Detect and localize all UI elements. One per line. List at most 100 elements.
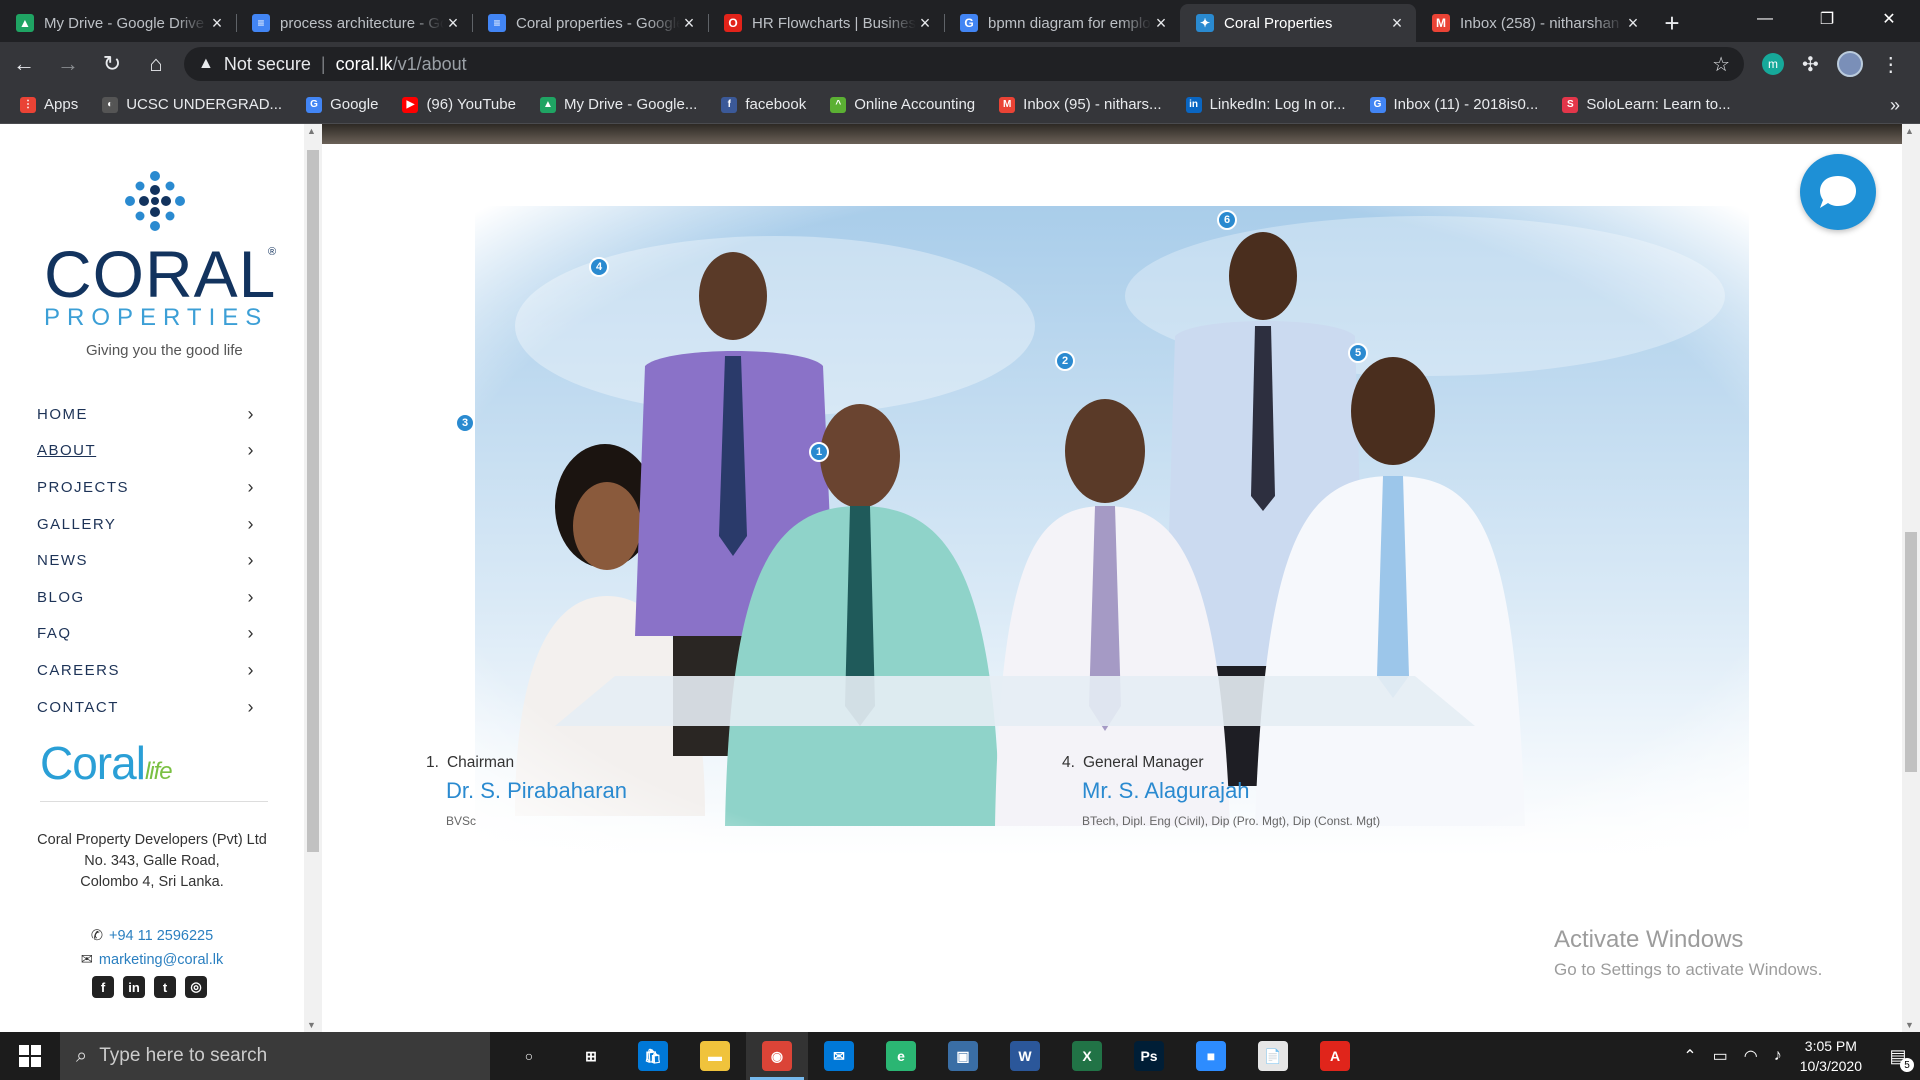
sidebar-scrollbar[interactable]: ▲ ▼ [304,124,322,1032]
battery-icon[interactable]: ▭ [1713,1046,1728,1066]
nav-item-projects[interactable]: PROJECTS › [37,469,255,506]
browser-tab[interactable]: O HR Flowcharts | Business × [708,4,944,42]
close-tab-icon[interactable]: × [680,13,698,34]
acrobat-taskbar-button[interactable]: A [1304,1032,1366,1080]
bookmarks-overflow-button[interactable]: » [1890,95,1900,116]
logo-wordmark[interactable]: CORAL [44,236,276,312]
close-tab-icon[interactable]: × [1624,13,1642,34]
minimize-button[interactable]: — [1734,0,1796,38]
edge-taskbar-button[interactable]: e [870,1032,932,1080]
photoshop-taskbar-button[interactable]: Ps [1118,1032,1180,1080]
bookmark-item[interactable]: G Inbox (11) - 2018is0... [1369,96,1538,113]
home-button[interactable]: ⌂ [136,46,176,82]
new-tab-button[interactable]: + [1652,4,1692,42]
page-viewport: CORAL ® PROPERTIES Giving you the good l… [0,124,1920,1032]
email-link[interactable]: ✉ marketing@coral.lk [0,952,304,968]
network-app-taskbar-button[interactable]: ▣ [932,1032,994,1080]
nav-item-gallery[interactable]: GALLERY › [37,506,255,543]
photo-number-badge: 5 [1348,343,1368,363]
taskbar-search-box[interactable]: ⌕ Type here to search [60,1032,490,1080]
main-content: 1 2 3 4 5 6 1. Chairman Dr. S. Pirabaharan BVS… [322,124,1902,1032]
instagram-icon[interactable]: ◎ [185,976,207,998]
browser-tab[interactable]: M Inbox (258) - nitharshan × [1416,4,1652,42]
nav-item-careers[interactable]: CAREERS › [37,652,255,689]
bookmark-item[interactable]: f facebook [721,96,806,113]
twitter-icon[interactable]: t [154,976,176,998]
bookmark-item[interactable]: ◐ UCSC UNDERGRAD... [102,96,282,113]
logo-subtitle: PROPERTIES [44,304,269,331]
close-tab-icon[interactable]: × [208,13,226,34]
close-tab-icon[interactable]: × [444,13,462,34]
volume-icon[interactable]: ♪ [1774,1047,1782,1065]
nav-item-blog[interactable]: BLOG › [37,579,255,616]
google-icon: G [960,14,978,32]
excel-taskbar-button[interactable]: X [1056,1032,1118,1080]
browser-tab[interactable]: Gbpmn diagram for employee× [944,4,1180,42]
word-icon: W [1010,1041,1040,1071]
facebook-icon[interactable]: f [92,976,114,998]
timeline-taskbar-button[interactable]: ⊞ [560,1032,622,1080]
bookmark-item[interactable]: ^ Online Accounting [830,96,975,113]
chevron-up-icon[interactable]: ⌃ [1683,1046,1696,1066]
store-taskbar-button[interactable]: 🛍 [622,1032,684,1080]
search-icon: ⌕ [76,1044,88,1067]
bookmark-item[interactable]: M Inbox (95) - nithars... [999,96,1162,113]
word-taskbar-button[interactable]: W [994,1032,1056,1080]
browser-menu-icon[interactable]: ⋮ [1881,52,1901,77]
bookmark-item[interactable]: ▶ (96) YouTube [402,96,516,113]
nav-item-news[interactable]: NEWS › [37,542,255,579]
profile-avatar[interactable] [1836,51,1863,77]
mail-icon: ✉ [824,1041,854,1071]
team-member-4: 4. General Manager Mr. S. Alagurajah BTec… [1062,754,1381,828]
envelope-icon: ✉ [80,952,93,968]
back-button[interactable]: ← [4,46,44,82]
bookmarks-bar: ⋮ Apps ◐ UCSC UNDERGRAD... G Google ▶ (96) YouT… [0,86,1920,124]
linkedin-icon[interactable]: in [123,976,145,998]
wifi-icon[interactable]: ◠ [1744,1046,1758,1066]
maximize-button[interactable]: ❐ [1796,0,1858,38]
browser-tab[interactable]: ✦ Coral Properties × [1180,4,1416,42]
browser-tab[interactable]: ≡Coral properties - Google Docs× [472,4,708,42]
nav-item-about[interactable]: ABOUT › [37,433,255,470]
bookmark-star-icon[interactable]: ☆ [1712,52,1730,77]
site-sidebar: CORAL ® PROPERTIES Giving you the good l… [0,124,304,1032]
mail-taskbar-button[interactable]: ✉ [808,1032,870,1080]
file-taskbar-button[interactable]: 📄 [1242,1032,1304,1080]
bookmark-item[interactable]: ⋮ Apps [20,96,78,113]
task-view-taskbar-button[interactable]: ○ [498,1032,560,1080]
address-bar[interactable]: ▲ Not secure | coral.lk /v1/about ☆ [184,47,1744,81]
windows-taskbar: ⌕ Type here to search ○ ⊞ 🛍 ▬ ◉ ✉ e ▣ W X Ps ■ 📄 A ⌃ … [0,1032,1920,1080]
extensions-puzzle-icon[interactable]: ✣ [1802,52,1819,77]
browser-tab[interactable]: ≡process architecture - Google Docs× [236,4,472,42]
edge-icon: e [886,1041,916,1071]
file-explorer-taskbar-button[interactable]: ▬ [684,1032,746,1080]
taskbar-clock[interactable]: 3:05 PM 10/3/2020 [1800,1036,1862,1076]
forward-button[interactable]: → [48,46,88,82]
reload-button[interactable]: ↻ [92,46,132,82]
extension-m-icon[interactable]: m [1762,53,1784,75]
close-window-button[interactable]: ✕ [1858,0,1920,38]
browser-tab[interactable]: ▲ My Drive - Google Drive × [0,4,236,42]
chrome-taskbar-button[interactable]: ◉ [746,1032,808,1080]
nav-item-contact[interactable]: CONTACT › [37,689,255,726]
coralife-logo[interactable]: Corallife [40,736,173,790]
close-tab-icon[interactable]: × [1152,13,1170,34]
bookmark-item[interactable]: G Google [306,96,378,113]
timeline-icon: ⊞ [576,1041,606,1071]
chevron-right-icon: › [247,403,255,424]
zoom-taskbar-button[interactable]: ■ [1180,1032,1242,1080]
bookmark-item[interactable]: S SoloLearn: Learn to... [1562,96,1731,113]
youtube-icon: ▶ [402,96,419,113]
notification-center-button[interactable]: ▤ 5 [1876,1032,1920,1080]
page-scrollbar[interactable]: ▲ ▼ [1902,124,1920,1032]
bookmark-item[interactable]: in LinkedIn: Log In or... [1185,96,1346,113]
nav-item-faq[interactable]: FAQ › [37,616,255,653]
phone-link[interactable]: ✆ +94 11 2596225 [0,928,304,944]
chat-widget-button[interactable] [1800,154,1876,230]
close-tab-icon[interactable]: × [916,13,934,34]
bookmark-item[interactable]: ▲ My Drive - Google... [539,96,697,113]
close-tab-icon[interactable]: × [1388,13,1406,34]
chevron-right-icon: › [247,440,255,461]
nav-item-home[interactable]: HOME › [37,396,255,433]
start-button[interactable] [0,1032,60,1080]
